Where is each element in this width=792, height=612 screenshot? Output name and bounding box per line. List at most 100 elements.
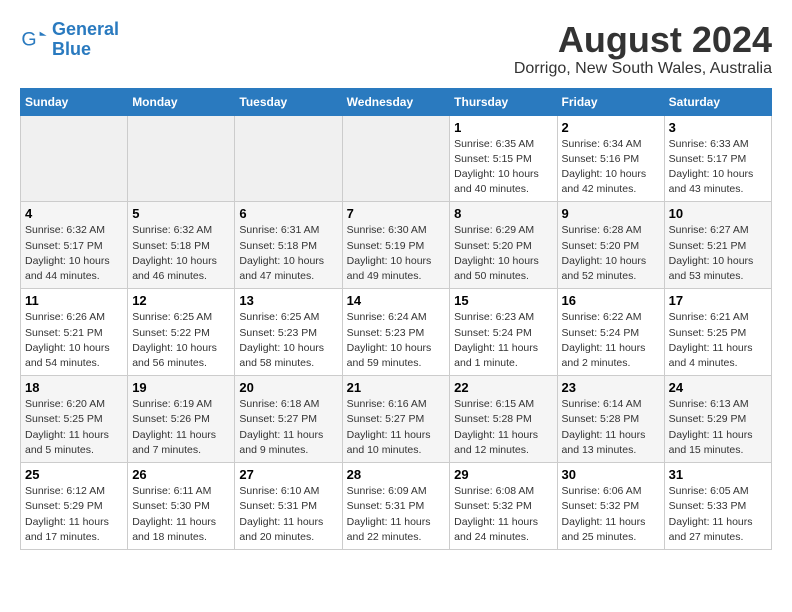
location-title: Dorrigo, New South Wales, Australia [514,60,772,78]
day-info: Sunrise: 6:32 AM Sunset: 5:17 PM Dayligh… [25,223,123,284]
day-number: 22 [454,380,552,395]
page-header: G General Blue August 2024 Dorrigo, New … [20,20,772,78]
day-number: 19 [132,380,230,395]
calendar-cell: 22 Sunrise: 6:15 AM Sunset: 5:28 PM Dayli… [450,376,557,463]
calendar-cell: 23 Sunrise: 6:14 AM Sunset: 5:28 PM Dayli… [557,376,664,463]
day-number: 5 [132,206,230,221]
day-number: 14 [347,293,446,308]
day-number: 25 [25,467,123,482]
calendar-cell: 13Sunrise: 6:25 AM Sunset: 5:23 PM Dayli… [235,289,342,376]
day-info: Sunrise: 6:11 AM Sunset: 5:30 PM Dayligh… [132,484,230,545]
day-info: Sunrise: 6:09 AM Sunset: 5:31 PM Dayligh… [347,484,446,545]
day-info: Sunrise: 6:25 AM Sunset: 5:22 PM Dayligh… [132,310,230,371]
day-number: 10 [669,206,767,221]
day-number: 24 [669,380,767,395]
weekday-header-row: SundayMondayTuesdayWednesdayThursdayFrid… [21,88,772,115]
day-info: Sunrise: 6:33 AM Sunset: 5:17 PM Dayligh… [669,137,767,198]
calendar-cell: 11 Sunrise: 6:26 AM Sunset: 5:21 PM Dayli… [21,289,128,376]
day-info: Sunrise: 6:10 AM Sunset: 5:31 PM Dayligh… [239,484,337,545]
day-number: 1 [454,120,552,135]
day-number: 26 [132,467,230,482]
logo: G General Blue [20,20,119,60]
day-number: 27 [239,467,337,482]
logo-text: General Blue [52,20,119,60]
day-info: Sunrise: 6:23 AM Sunset: 5:24 PM Dayligh… [454,310,552,371]
day-number: 6 [239,206,337,221]
day-info: Sunrise: 6:34 AM Sunset: 5:16 PM Dayligh… [562,137,660,198]
day-info: Sunrise: 6:14 AM Sunset: 5:28 PM Dayligh… [562,397,660,458]
weekday-header-monday: Monday [128,88,235,115]
day-info: Sunrise: 6:35 AM Sunset: 5:15 PM Dayligh… [454,137,552,198]
day-number: 29 [454,467,552,482]
calendar-cell: 25 Sunrise: 6:12 AM Sunset: 5:29 PM Dayli… [21,463,128,550]
weekday-header-tuesday: Tuesday [235,88,342,115]
logo-icon: G [20,26,48,54]
day-info: Sunrise: 6:12 AM Sunset: 5:29 PM Dayligh… [25,484,123,545]
svg-text:G: G [21,28,36,50]
calendar-cell: 5 Sunrise: 6:32 AM Sunset: 5:18 PM Daylig… [128,202,235,289]
calendar-cell [21,115,128,202]
calendar-cell [128,115,235,202]
calendar-cell: 2 Sunrise: 6:34 AM Sunset: 5:16 PM Daylig… [557,115,664,202]
calendar-cell: 12 Sunrise: 6:25 AM Sunset: 5:22 PM Dayli… [128,289,235,376]
day-info: Sunrise: 6:27 AM Sunset: 5:21 PM Dayligh… [669,223,767,284]
weekday-header-friday: Friday [557,88,664,115]
day-number: 4 [25,206,123,221]
calendar-cell: 14 Sunrise: 6:24 AM Sunset: 5:23 PM Dayli… [342,289,450,376]
day-info: Sunrise: 6:30 AM Sunset: 5:19 PM Dayligh… [347,223,446,284]
day-number: 23 [562,380,660,395]
day-info: Sunrise: 6:15 AM Sunset: 5:28 PM Dayligh… [454,397,552,458]
calendar-cell: 7 Sunrise: 6:30 AM Sunset: 5:19 PM Daylig… [342,202,450,289]
day-info: Sunrise: 6:13 AM Sunset: 5:29 PM Dayligh… [669,397,767,458]
weekday-header-wednesday: Wednesday [342,88,450,115]
day-number: 12 [132,293,230,308]
day-number: 20 [239,380,337,395]
calendar-week-1: 1 Sunrise: 6:35 AM Sunset: 5:15 PM Daylig… [21,115,772,202]
logo-line1: General [52,19,119,39]
day-info: Sunrise: 6:06 AM Sunset: 5:32 PM Dayligh… [562,484,660,545]
day-info: Sunrise: 6:24 AM Sunset: 5:23 PM Dayligh… [347,310,446,371]
day-number: 31 [669,467,767,482]
day-number: 11 [25,293,123,308]
calendar-cell [342,115,450,202]
calendar-cell: 24 Sunrise: 6:13 AM Sunset: 5:29 PM Dayli… [664,376,771,463]
calendar-cell: 16Sunrise: 6:22 AM Sunset: 5:24 PM Dayli… [557,289,664,376]
calendar-cell: 18 Sunrise: 6:20 AM Sunset: 5:25 PM Dayli… [21,376,128,463]
calendar-cell: 20 Sunrise: 6:18 AM Sunset: 5:27 PM Dayli… [235,376,342,463]
calendar-cell: 10 Sunrise: 6:27 AM Sunset: 5:21 PM Dayli… [664,202,771,289]
calendar-cell: 17Sunrise: 6:21 AM Sunset: 5:25 PM Dayli… [664,289,771,376]
day-number: 16 [562,293,660,308]
day-number: 15 [454,293,552,308]
calendar-cell: 1 Sunrise: 6:35 AM Sunset: 5:15 PM Daylig… [450,115,557,202]
day-number: 21 [347,380,446,395]
calendar-cell: 29Sunrise: 6:08 AM Sunset: 5:32 PM Dayli… [450,463,557,550]
day-info: Sunrise: 6:31 AM Sunset: 5:18 PM Dayligh… [239,223,337,284]
day-info: Sunrise: 6:16 AM Sunset: 5:27 PM Dayligh… [347,397,446,458]
day-number: 9 [562,206,660,221]
day-number: 2 [562,120,660,135]
logo-line2: Blue [52,39,91,59]
day-number: 18 [25,380,123,395]
calendar-cell: 9 Sunrise: 6:28 AM Sunset: 5:20 PM Daylig… [557,202,664,289]
calendar-week-2: 4 Sunrise: 6:32 AM Sunset: 5:17 PM Daylig… [21,202,772,289]
calendar-cell: 28 Sunrise: 6:09 AM Sunset: 5:31 PM Dayli… [342,463,450,550]
day-number: 7 [347,206,446,221]
calendar: SundayMondayTuesdayWednesdayThursdayFrid… [20,88,772,550]
day-info: Sunrise: 6:26 AM Sunset: 5:21 PM Dayligh… [25,310,123,371]
day-number: 3 [669,120,767,135]
day-number: 30 [562,467,660,482]
day-info: Sunrise: 6:20 AM Sunset: 5:25 PM Dayligh… [25,397,123,458]
day-info: Sunrise: 6:32 AM Sunset: 5:18 PM Dayligh… [132,223,230,284]
day-info: Sunrise: 6:28 AM Sunset: 5:20 PM Dayligh… [562,223,660,284]
day-info: Sunrise: 6:18 AM Sunset: 5:27 PM Dayligh… [239,397,337,458]
calendar-cell: 27 Sunrise: 6:10 AM Sunset: 5:31 PM Dayli… [235,463,342,550]
calendar-cell: 19 Sunrise: 6:19 AM Sunset: 5:26 PM Dayli… [128,376,235,463]
day-info: Sunrise: 6:19 AM Sunset: 5:26 PM Dayligh… [132,397,230,458]
calendar-cell: 8Sunrise: 6:29 AM Sunset: 5:20 PM Daylig… [450,202,557,289]
day-info: Sunrise: 6:21 AM Sunset: 5:25 PM Dayligh… [669,310,767,371]
calendar-cell: 31Sunrise: 6:05 AM Sunset: 5:33 PM Dayli… [664,463,771,550]
calendar-cell: 4 Sunrise: 6:32 AM Sunset: 5:17 PM Daylig… [21,202,128,289]
calendar-cell: 26 Sunrise: 6:11 AM Sunset: 5:30 PM Dayli… [128,463,235,550]
day-number: 28 [347,467,446,482]
calendar-cell: 6 Sunrise: 6:31 AM Sunset: 5:18 PM Daylig… [235,202,342,289]
